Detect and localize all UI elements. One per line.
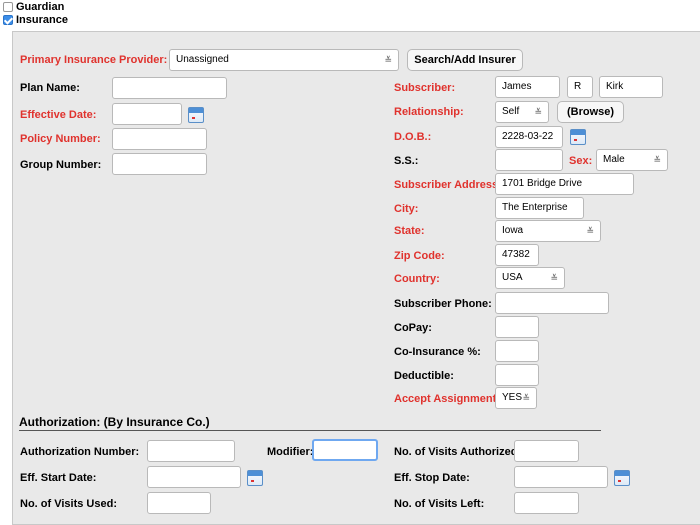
co-insurance-input[interactable] xyxy=(495,340,539,362)
plan-name-label: Plan Name: xyxy=(20,82,80,94)
provider-value: Unassigned xyxy=(176,54,229,65)
deductible-label: Deductible: xyxy=(394,370,454,382)
zip-input[interactable]: 47382 xyxy=(495,244,539,266)
calendar-icon[interactable] xyxy=(570,129,586,145)
country-select[interactable]: USA ≚ xyxy=(495,267,565,289)
calendar-icon[interactable] xyxy=(188,107,204,123)
dob-label: D.O.B.: xyxy=(394,131,432,143)
country-value: USA xyxy=(502,272,523,283)
chevron-down-icon: ≚ xyxy=(384,55,392,65)
effective-date-label: Effective Date: xyxy=(20,109,97,121)
authorization-number-input[interactable] xyxy=(147,440,235,462)
deductible-input[interactable] xyxy=(495,364,539,386)
subscriber-phone-input[interactable] xyxy=(495,292,609,314)
copay-input[interactable] xyxy=(495,316,539,338)
visits-left-input[interactable] xyxy=(514,492,579,514)
insurance-checkbox[interactable] xyxy=(3,15,13,25)
sex-value: Male xyxy=(603,154,625,165)
zip-label: Zip Code: xyxy=(394,250,445,262)
calendar-icon[interactable] xyxy=(614,470,630,486)
subscriber-middle-input[interactable]: R xyxy=(567,76,593,98)
policy-number-label: Policy Number: xyxy=(20,133,101,145)
accept-assignment-label: Accept Assignment: xyxy=(394,393,500,405)
chevron-down-icon: ≚ xyxy=(586,226,594,236)
subscriber-label: Subscriber: xyxy=(394,82,456,94)
modifier-label: Modifier: xyxy=(267,446,314,458)
visits-used-input[interactable] xyxy=(147,492,211,514)
city-input[interactable]: The Enterprise xyxy=(495,197,584,219)
chevron-down-icon: ≚ xyxy=(534,107,542,117)
plan-name-input[interactable] xyxy=(112,77,227,99)
chevron-down-icon: ≚ xyxy=(550,273,558,283)
subscriber-address-label: Subscriber Address: xyxy=(394,179,502,191)
country-label: Country: xyxy=(394,273,440,285)
accept-assignment-value: YES xyxy=(502,392,523,403)
effective-date-input[interactable] xyxy=(112,103,182,125)
subscriber-phone-label: Subscriber Phone: xyxy=(394,298,492,310)
ss-input[interactable] xyxy=(495,149,563,171)
chevron-down-icon: ≚ xyxy=(653,155,661,165)
authorization-divider xyxy=(19,430,601,431)
insurance-panel: Primary Insurance Provider: Unassigned ≚… xyxy=(12,31,700,525)
visits-authorized-input[interactable] xyxy=(514,440,579,462)
state-label: State: xyxy=(394,225,425,237)
visits-used-label: No. of Visits Used: xyxy=(20,498,117,510)
subscriber-address-input[interactable]: 1701 Bridge Drive xyxy=(495,173,634,195)
authorization-title: Authorization: (By Insurance Co.) xyxy=(19,415,210,429)
group-number-input[interactable] xyxy=(112,153,207,175)
eff-stop-date-input[interactable] xyxy=(514,466,608,488)
group-number-label: Group Number: xyxy=(20,159,102,171)
policy-number-input[interactable] xyxy=(112,128,207,150)
dob-input[interactable]: 2228-03-22 xyxy=(495,126,563,148)
visits-left-label: No. of Visits Left: xyxy=(394,498,485,510)
sex-label: Sex: xyxy=(569,155,593,167)
provider-label: Primary Insurance Provider: xyxy=(20,54,168,66)
co-insurance-label: Co-Insurance %: xyxy=(394,346,481,358)
relationship-value: Self xyxy=(502,106,520,117)
ss-label: S.S.: xyxy=(394,155,419,167)
visits-authorized-label: No. of Visits Authorized: xyxy=(394,446,522,458)
eff-stop-date-label: Eff. Stop Date: xyxy=(394,472,470,484)
chevron-down-icon: ≚ xyxy=(522,393,530,403)
insurance-label: Insurance xyxy=(16,14,68,26)
copay-label: CoPay: xyxy=(394,322,432,334)
relationship-select[interactable]: Self ≚ xyxy=(495,101,549,123)
sex-select[interactable]: Male ≚ xyxy=(596,149,668,171)
browse-button[interactable]: (Browse) xyxy=(557,101,624,123)
authorization-number-label: Authorization Number: xyxy=(20,446,140,458)
search-add-insurer-button[interactable]: Search/Add Insurer xyxy=(407,49,523,71)
guardian-checkbox-row[interactable]: Guardian xyxy=(3,1,64,13)
insurance-checkbox-row[interactable]: Insurance xyxy=(3,14,68,26)
subscriber-last-input[interactable]: Kirk xyxy=(599,76,663,98)
state-value: Iowa xyxy=(502,225,524,236)
relationship-label: Relationship: xyxy=(394,106,464,118)
calendar-icon[interactable] xyxy=(247,470,263,486)
eff-start-date-input[interactable] xyxy=(147,466,241,488)
accept-assignment-select[interactable]: YES ≚ xyxy=(495,387,537,409)
guardian-label: Guardian xyxy=(16,1,65,13)
state-select[interactable]: Iowa ≚ xyxy=(495,220,601,242)
subscriber-first-input[interactable]: James xyxy=(495,76,560,98)
eff-start-date-label: Eff. Start Date: xyxy=(20,472,97,484)
provider-select[interactable]: Unassigned ≚ xyxy=(169,49,399,71)
modifier-input[interactable] xyxy=(312,439,378,461)
city-label: City: xyxy=(394,203,419,215)
guardian-checkbox[interactable] xyxy=(3,2,13,12)
